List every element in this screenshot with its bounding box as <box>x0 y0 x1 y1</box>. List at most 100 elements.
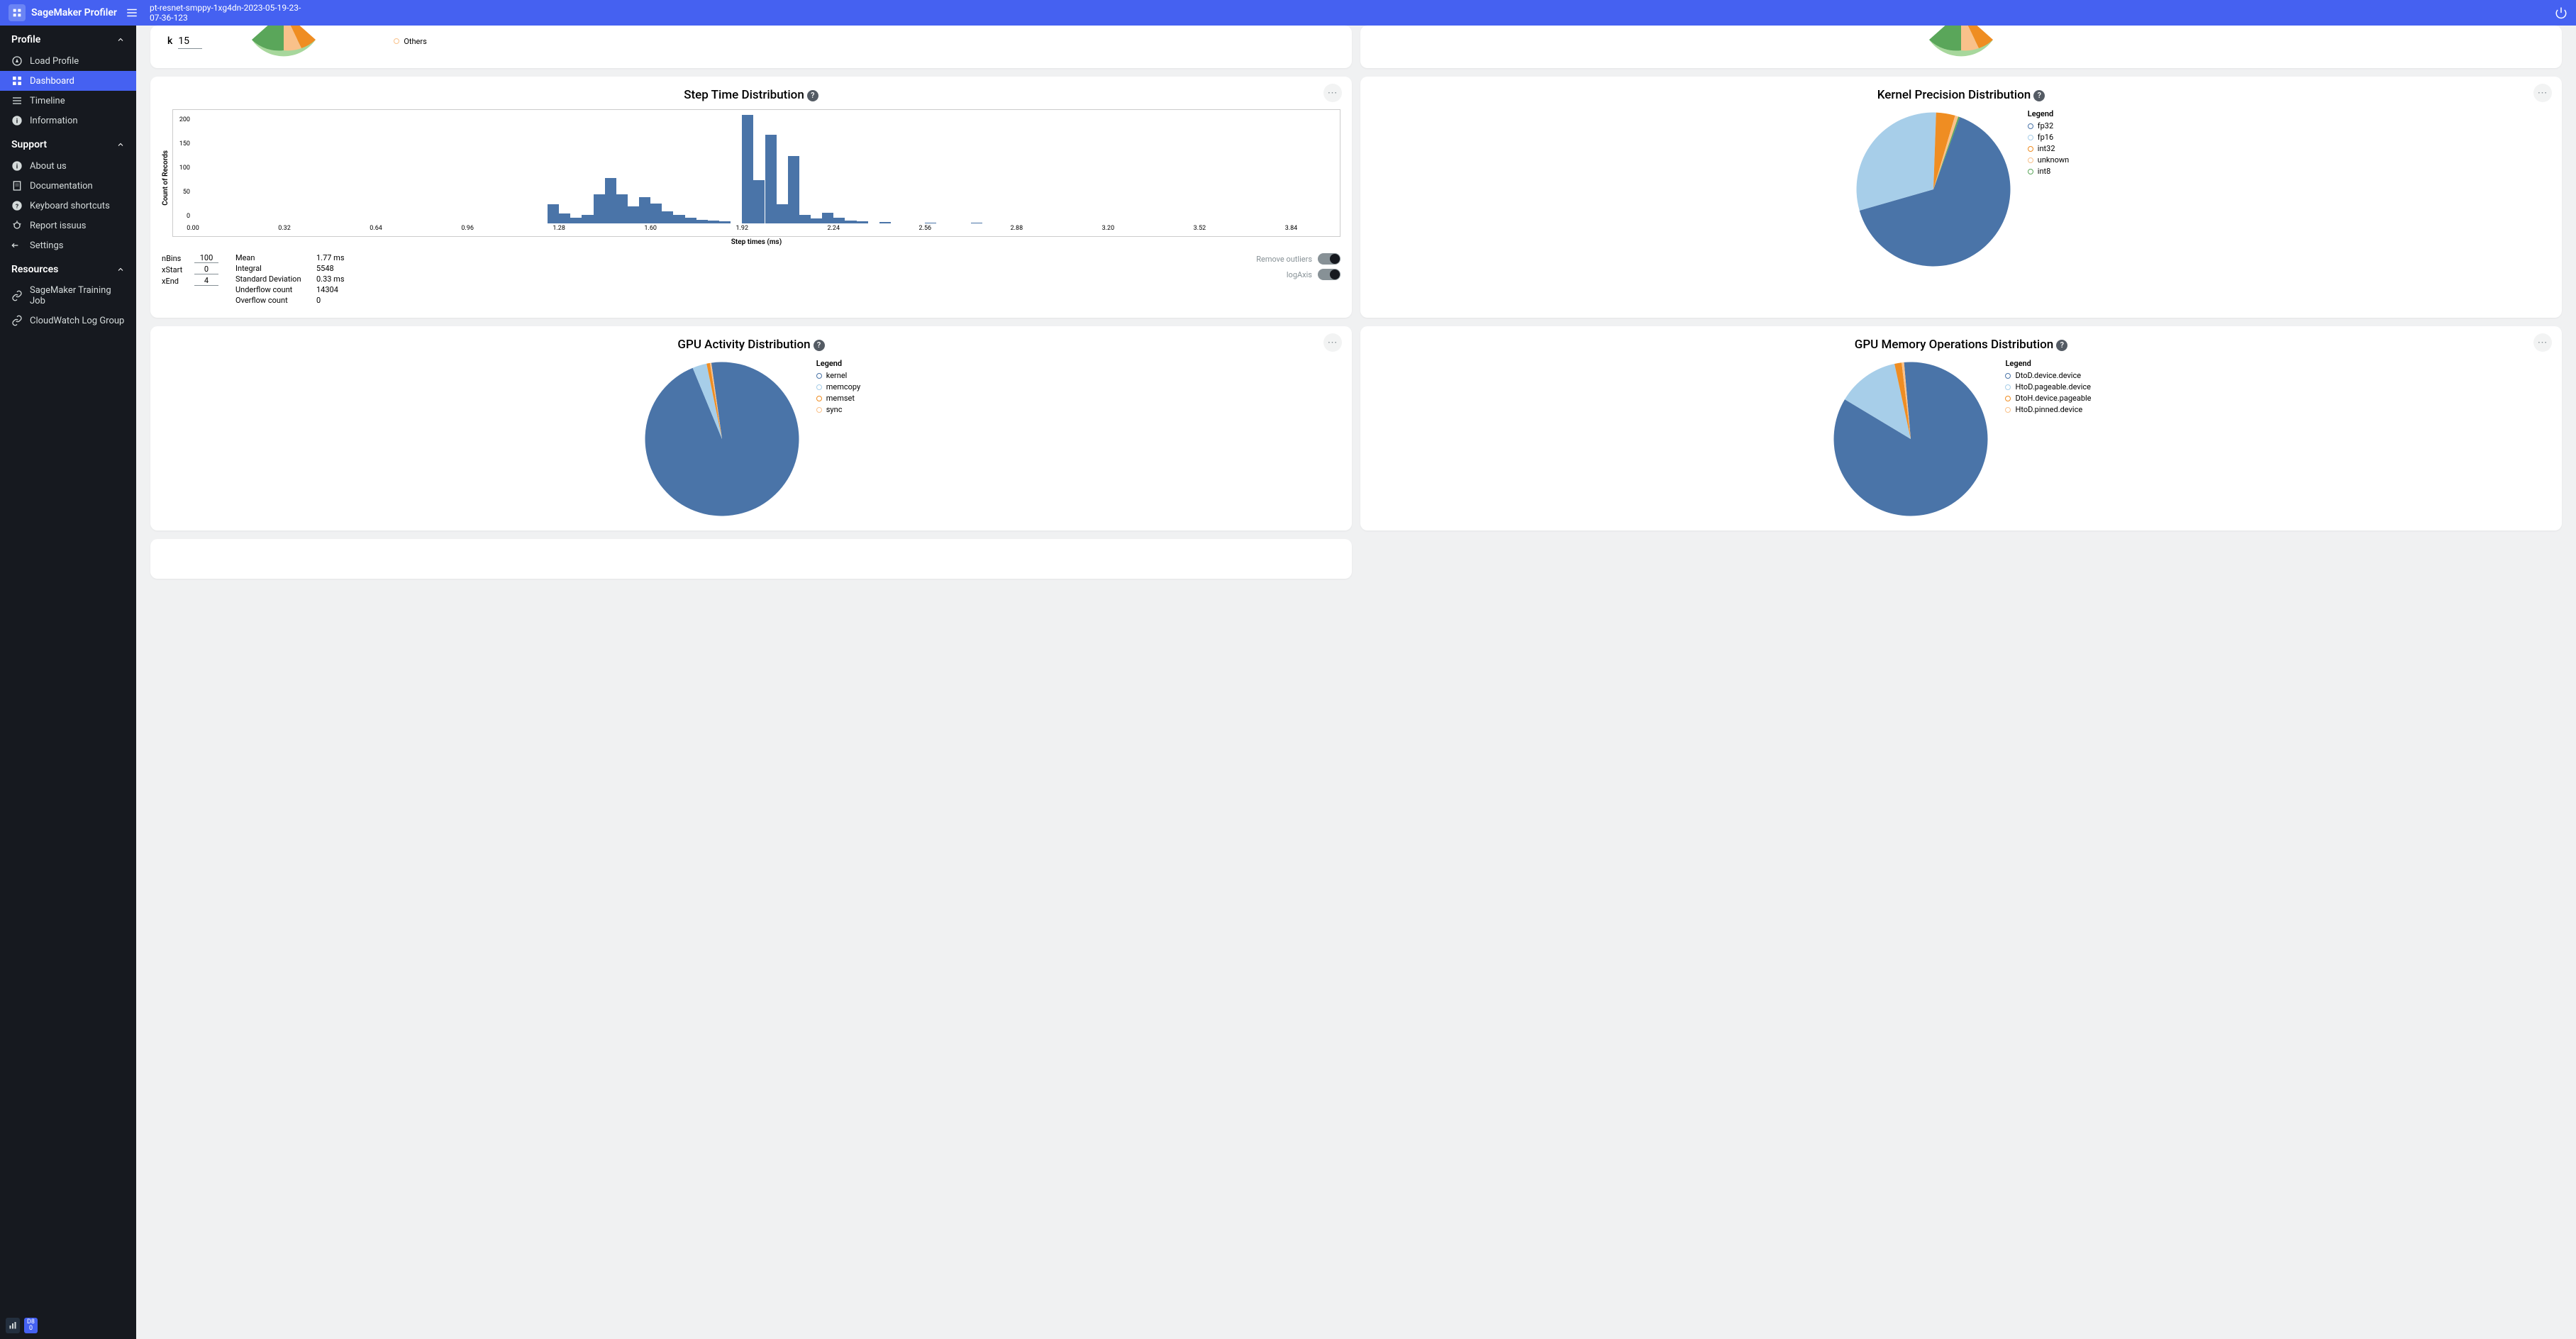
sidebar-item-cloudwatch-log-group[interactable]: CloudWatch Log Group <box>0 311 136 330</box>
sidebar-item-label: About us <box>30 161 67 172</box>
sidebar-item-label: Information <box>30 116 78 126</box>
legend-title: Legend <box>2005 359 2091 368</box>
help-icon[interactable]: ? <box>2033 90 2045 101</box>
card-title: Kernel Precision Distribution <box>1877 88 2031 102</box>
std-label: Standard Deviation <box>235 274 312 284</box>
sidebar-section-header[interactable]: Support <box>0 130 136 156</box>
bug-icon <box>11 220 23 231</box>
histogram-plot: 050100150200 0.000.320.640.961.281.601.9… <box>172 109 1340 237</box>
info-icon: i <box>11 160 23 172</box>
help-icon[interactable]: ? <box>2056 340 2067 351</box>
top-pie-card-left: k Others <box>150 26 1352 68</box>
more-button[interactable]: ⋯ <box>1323 333 1342 352</box>
power-button[interactable] <box>2555 6 2567 19</box>
help-icon[interactable]: ? <box>814 340 825 351</box>
legend-item: DtoD.device.device <box>2005 371 2091 380</box>
stats-icon[interactable] <box>6 1318 20 1333</box>
sidebar-bottom: D8 0 <box>0 1312 136 1339</box>
legend-item: sync <box>816 405 860 414</box>
sidebar-item-sagemaker-training-job[interactable]: SageMaker Training Job <box>0 281 136 311</box>
sidebar-item-label: SageMaker Training Job <box>30 285 125 306</box>
logaxis-toggle[interactable] <box>1318 269 1340 280</box>
card-title: GPU Memory Operations Distribution <box>1855 338 2054 352</box>
std-value: 0.33 ms <box>316 274 345 284</box>
pie-chart <box>642 359 802 519</box>
nbins-label: nBins <box>162 254 190 263</box>
legend-item: HtoD.pinned.device <box>2005 405 2091 414</box>
gpu-activity-card: ⋯ GPU Activity Distribution? Legend kern… <box>150 326 1352 530</box>
legend-item: int32 <box>2028 144 2069 153</box>
step-time-card: ⋯ Step Time Distribution? Count of Recor… <box>150 77 1352 318</box>
sidebar-item-report-issuus[interactable]: Report issuus <box>0 216 136 235</box>
mean-value: 1.77 ms <box>316 253 345 262</box>
more-button[interactable]: ⋯ <box>2533 333 2552 352</box>
sidebar-section-header[interactable]: Profile <box>0 26 136 51</box>
sidebar-item-dashboard[interactable]: Dashboard <box>0 71 136 91</box>
overflow-label: Overflow count <box>235 296 312 305</box>
kernel-precision-card: ⋯ Kernel Precision Distribution? Legend … <box>1360 77 2562 318</box>
doc-icon <box>11 180 23 191</box>
legend-title: Legend <box>816 359 860 368</box>
svg-text:i: i <box>16 162 18 170</box>
sidebar-item-load-profile[interactable]: Load Profile <box>0 51 136 71</box>
remove-outliers-toggle[interactable] <box>1318 253 1340 265</box>
underflow-label: Underflow count <box>235 285 312 294</box>
legend-item: kernel <box>816 371 860 380</box>
y-axis-label: Count of Records <box>162 150 170 206</box>
integral-value: 5548 <box>316 264 334 273</box>
legend-item: int8 <box>2028 167 2069 176</box>
more-button[interactable]: ⋯ <box>2533 84 2552 102</box>
sidebar-item-documentation[interactable]: Documentation <box>0 176 136 196</box>
partial-pie-left <box>231 26 337 57</box>
topbar: SageMaker Profiler pt-resnet-smppy-1xg4d… <box>0 0 2576 26</box>
partial-pie-right <box>1908 26 2014 57</box>
more-button[interactable]: ⋯ <box>1323 84 1342 102</box>
underflow-value: 14304 <box>316 285 338 294</box>
sidebar-item-about-us[interactable]: i About us <box>0 156 136 176</box>
xstart-label: xStart <box>162 265 190 274</box>
pie-chart <box>1853 109 2014 270</box>
legend-item: fp32 <box>2028 121 2069 130</box>
sidebar-item-label: Timeline <box>30 96 65 106</box>
app-name: SageMaker Profiler <box>31 7 117 18</box>
xstart-input[interactable] <box>194 265 218 274</box>
sidebar-item-label: Report issuus <box>30 221 86 231</box>
hamburger-menu-button[interactable] <box>126 6 138 19</box>
legend-item: DtoH.device.pageable <box>2005 394 2091 403</box>
overflow-value: 0 <box>316 296 321 305</box>
sidebar-item-timeline[interactable]: Timeline <box>0 91 136 111</box>
legend-item: memset <box>816 394 860 403</box>
sidebar-item-information[interactable]: i Information <box>0 111 136 130</box>
svg-text:i: i <box>16 117 18 125</box>
k-input[interactable] <box>178 34 202 49</box>
compass-icon <box>11 55 23 67</box>
dashboard-icon <box>11 75 23 87</box>
sidebar-item-settings[interactable]: Settings <box>0 235 136 255</box>
help-icon[interactable]: ? <box>807 90 818 101</box>
main-content: k Others <box>136 26 2576 1339</box>
db-badge[interactable]: D8 0 <box>24 1318 38 1333</box>
sidebar-item-label: CloudWatch Log Group <box>30 316 124 326</box>
sidebar-item-label: Load Profile <box>30 56 79 67</box>
next-card-peek <box>150 539 1352 579</box>
xend-input[interactable] <box>194 276 218 286</box>
legend-item: memcopy <box>816 382 860 391</box>
nbins-input[interactable] <box>194 253 218 263</box>
sidebar-item-keyboard-shortcuts[interactable]: ?Keyboard shortcuts <box>0 196 136 216</box>
app-logo-icon <box>9 4 26 21</box>
pie-chart <box>1831 359 1991 519</box>
legend-item: fp16 <box>2028 133 2069 142</box>
xend-label: xEnd <box>162 277 190 286</box>
top-pie-card-right <box>1360 26 2562 68</box>
sidebar-section-header[interactable]: Resources <box>0 255 136 281</box>
sidebar-item-label: Keyboard shortcuts <box>30 201 110 211</box>
sidebar-item-label: Dashboard <box>30 76 74 87</box>
card-title: Step Time Distribution <box>684 88 804 102</box>
link-icon <box>11 290 23 301</box>
card-title: GPU Activity Distribution <box>677 338 810 352</box>
legend-item: HtoD.pageable.device <box>2005 382 2091 391</box>
sidebar: Profile Load Profile Dashboard Timeline i Inf… <box>0 26 136 1339</box>
sidebar-item-label: Settings <box>30 240 63 251</box>
k-label: k <box>167 35 172 47</box>
sidebar-item-label: Documentation <box>30 181 93 191</box>
